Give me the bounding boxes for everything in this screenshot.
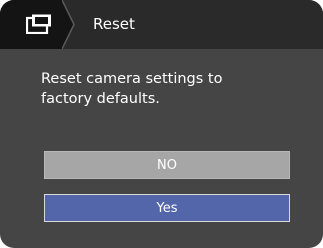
menu-header: Reset	[0, 0, 323, 49]
yes-button-label: Yes	[156, 200, 178, 216]
chevron-separator-icon	[62, 0, 75, 49]
dialog-message: Reset camera settings to factory default…	[41, 69, 301, 109]
page-title: Reset	[93, 15, 135, 33]
no-button-label: NO	[157, 157, 177, 173]
message-line: factory defaults.	[41, 91, 160, 107]
no-button[interactable]: NO	[44, 151, 290, 179]
camera-settings-icon	[26, 14, 51, 34]
message-line: Reset camera settings to	[41, 71, 223, 87]
camera-screen: Reset Reset camera settings to factory d…	[0, 0, 323, 248]
yes-button[interactable]: Yes	[44, 194, 290, 222]
